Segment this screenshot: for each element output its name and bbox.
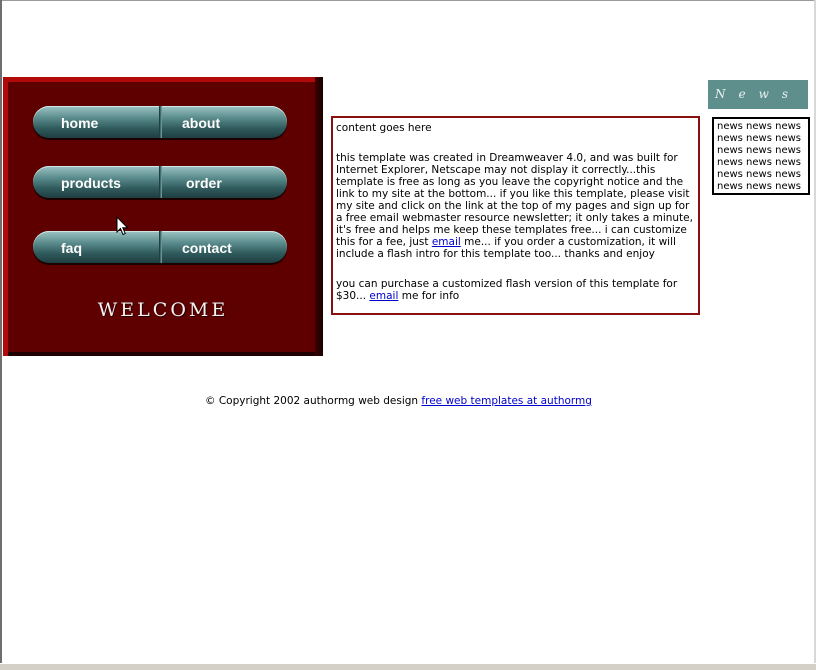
content-paragraph-1: this template was created in Dreamweaver… bbox=[336, 152, 693, 260]
nav-panel: home about products order faq contact WE… bbox=[3, 77, 323, 356]
news-line: news news news bbox=[717, 169, 801, 180]
pill-divider bbox=[159, 166, 162, 198]
news-box: news news news news news news news news … bbox=[712, 117, 810, 195]
news-banner: News bbox=[708, 80, 808, 109]
copyright-text: © Copyright 2002 authormg web design bbox=[205, 395, 422, 407]
window-left-border bbox=[0, 0, 2, 670]
news-line: news news news bbox=[717, 121, 801, 132]
email-link[interactable]: email bbox=[432, 236, 461, 248]
nav-pill-row-1: home about bbox=[33, 106, 287, 138]
welcome-heading: WELCOME bbox=[97, 299, 229, 321]
nav-contact-button[interactable]: contact bbox=[182, 231, 232, 263]
nav-pill-row-3: faq contact bbox=[33, 231, 287, 263]
email-link[interactable]: email bbox=[369, 290, 398, 302]
nav-order-button[interactable]: order bbox=[186, 166, 222, 198]
window-top-border bbox=[0, 0, 816, 1]
content-panel: content goes here this template was crea… bbox=[331, 116, 700, 315]
mouse-cursor-icon bbox=[116, 216, 128, 236]
nav-home-button[interactable]: home bbox=[61, 106, 98, 138]
nav-about-button[interactable]: about bbox=[182, 106, 220, 138]
nav-pill-row-2: products order bbox=[33, 166, 287, 198]
pill-divider bbox=[159, 231, 162, 263]
pill-divider bbox=[159, 106, 162, 138]
news-line: news news news bbox=[717, 157, 801, 168]
nav-products-button[interactable]: products bbox=[61, 166, 121, 198]
content-heading: content goes here bbox=[336, 122, 432, 134]
news-line: news news news bbox=[717, 133, 801, 144]
news-line: news news news bbox=[717, 181, 801, 192]
footer: © Copyright 2002 authormg web design fre… bbox=[205, 395, 592, 407]
news-line: news news news bbox=[717, 145, 801, 156]
status-bar bbox=[0, 663, 816, 670]
nav-faq-button[interactable]: faq bbox=[61, 231, 82, 263]
content-paragraph-2: you can purchase a customized flash vers… bbox=[336, 278, 678, 302]
footer-link[interactable]: free web templates at authormg bbox=[421, 395, 592, 407]
